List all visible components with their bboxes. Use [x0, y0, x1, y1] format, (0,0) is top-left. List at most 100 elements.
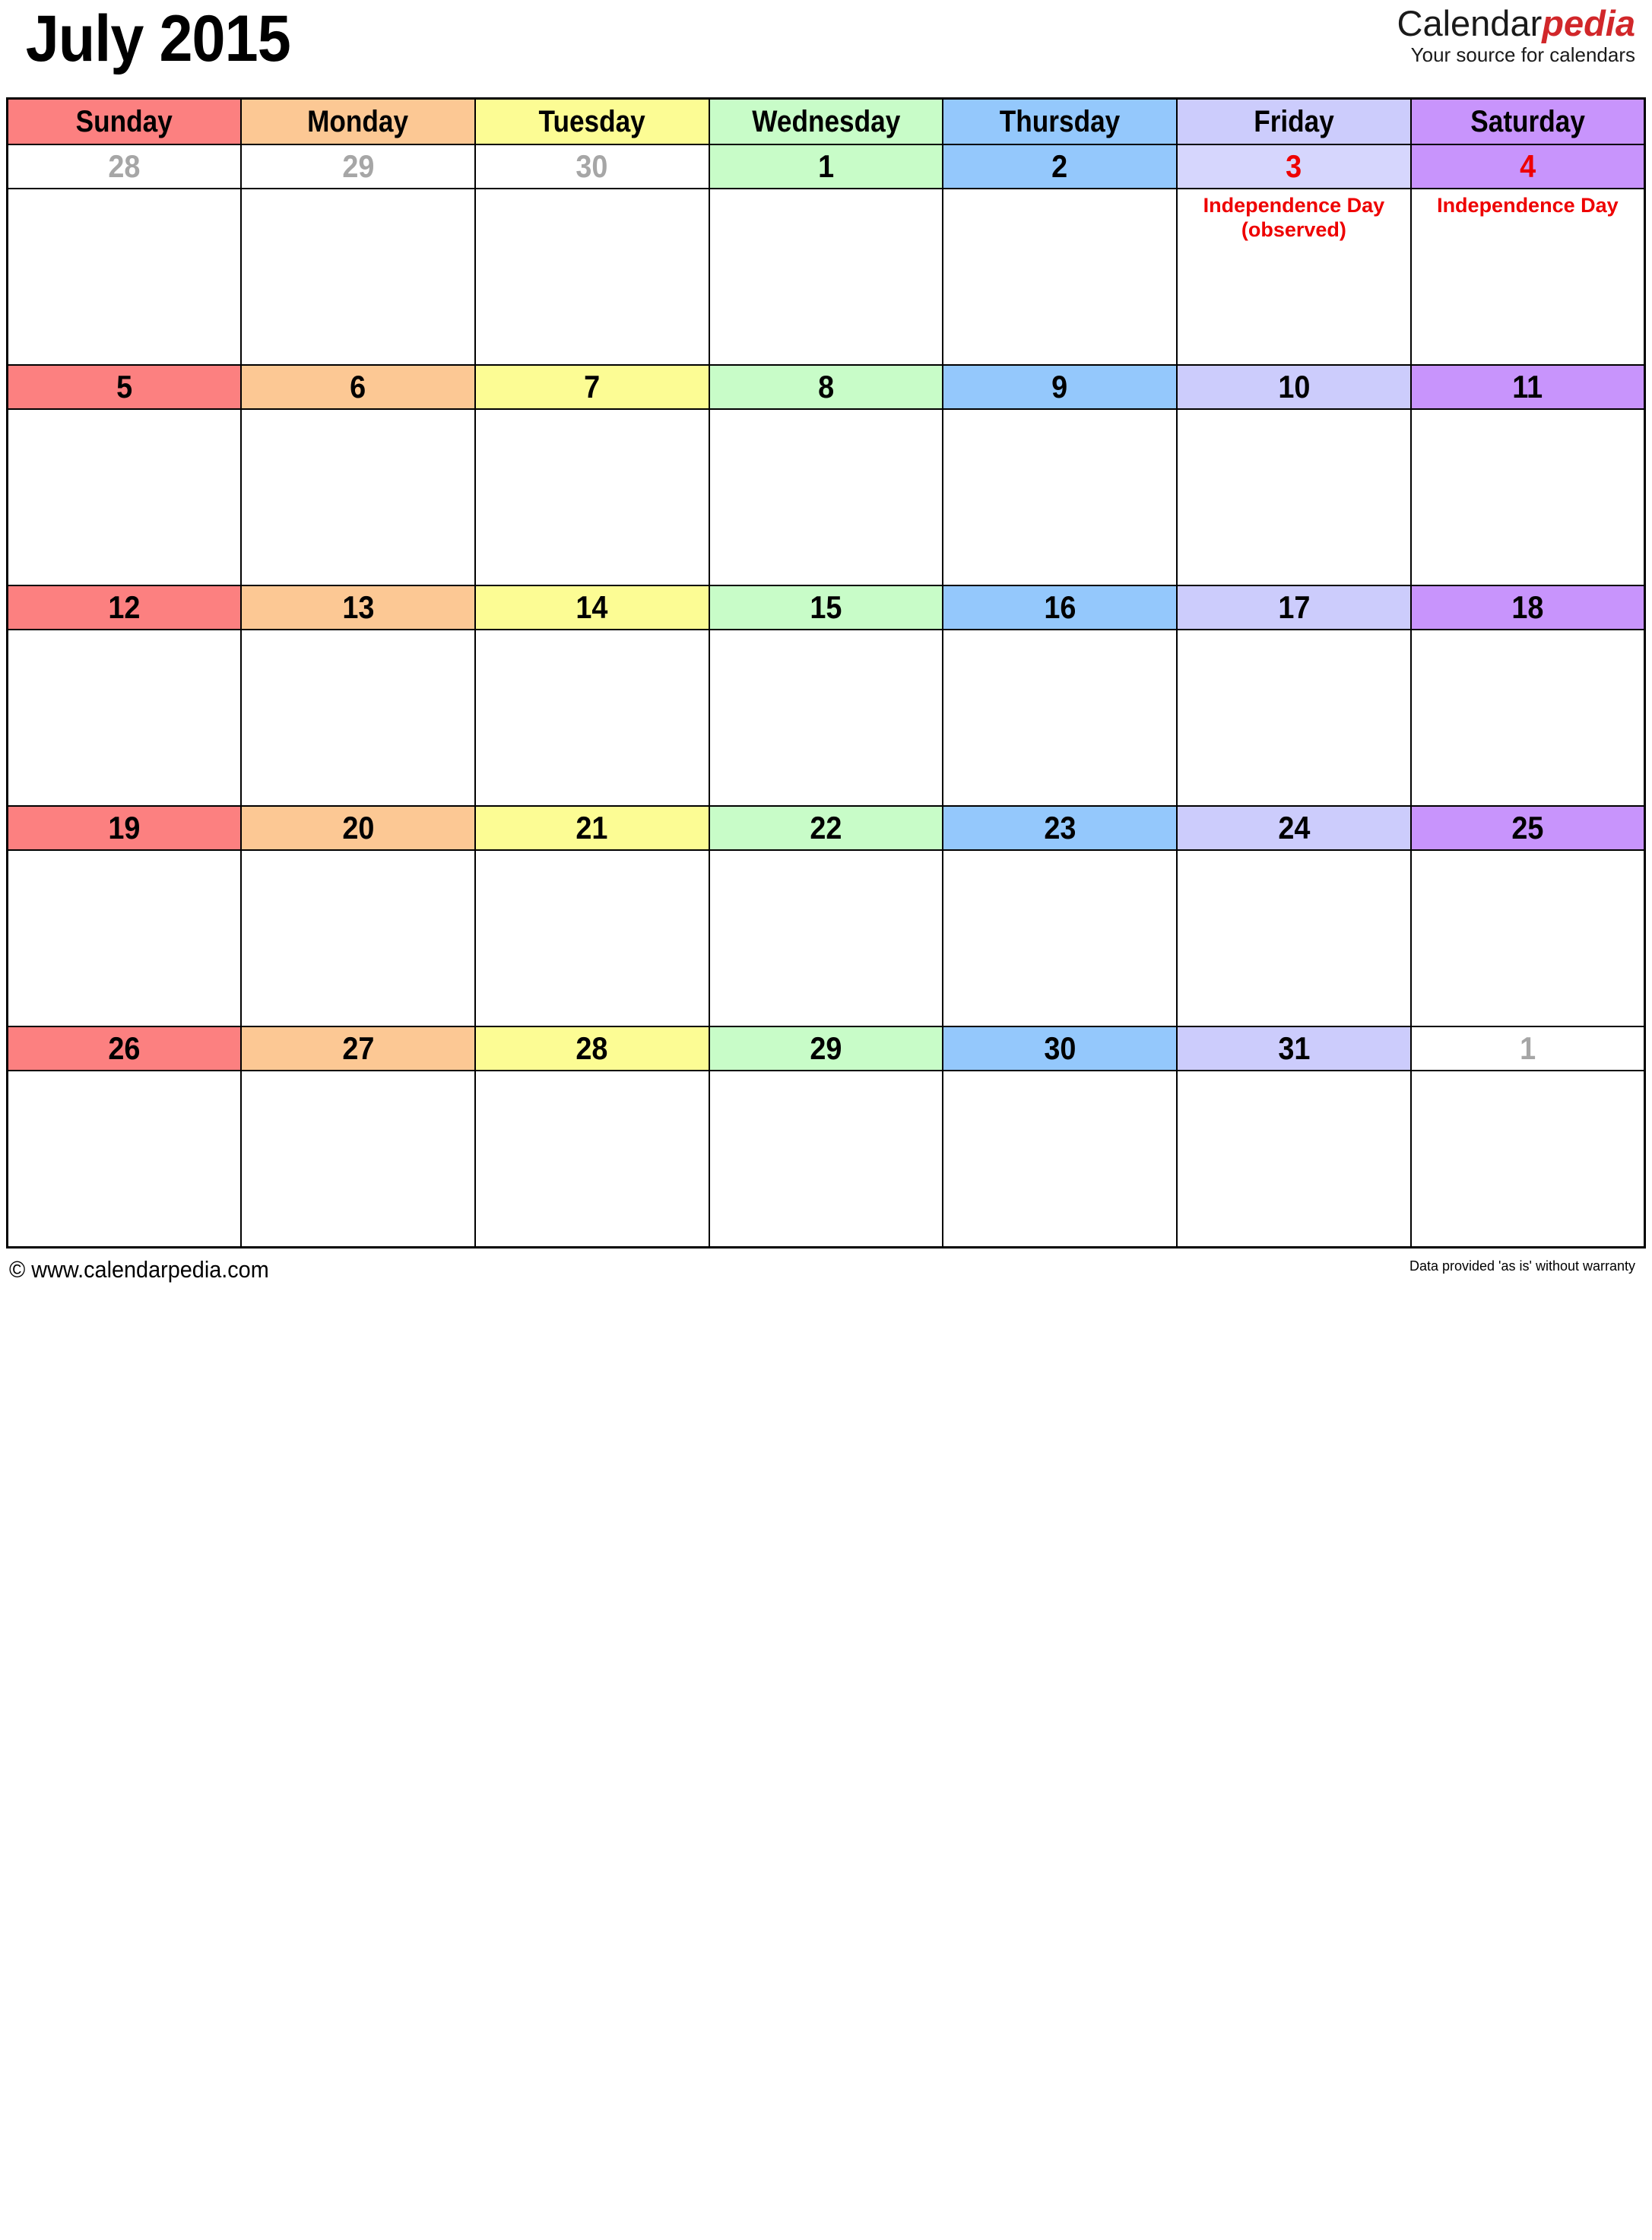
day-cell-content[interactable]: [474, 849, 710, 1027]
day-cell-date[interactable]: 24: [1176, 805, 1412, 851]
day-number: 30: [1044, 1030, 1076, 1066]
day-cell-date[interactable]: 18: [1409, 585, 1646, 630]
holiday-label: Independence Day: [1437, 194, 1619, 217]
day-cell-content[interactable]: [708, 408, 944, 586]
day-cell-content[interactable]: [708, 629, 944, 807]
day-cell-content[interactable]: [1176, 849, 1412, 1027]
day-cell-date[interactable]: 1: [1409, 1026, 1646, 1071]
day-cell-date[interactable]: 26: [6, 1026, 243, 1071]
day-cell-content[interactable]: [240, 188, 476, 366]
day-cell-content[interactable]: [1176, 408, 1412, 586]
day-number: 31: [1277, 1030, 1310, 1066]
day-cell-content[interactable]: [240, 629, 476, 807]
day-cell-date[interactable]: 30: [942, 1026, 1178, 1071]
weekday-header-saturday: Saturday: [1409, 97, 1646, 145]
day-cell-date[interactable]: 3: [1176, 144, 1412, 189]
day-cell-content[interactable]: [942, 1070, 1178, 1248]
day-cell-date[interactable]: 27: [240, 1026, 476, 1071]
day-cell-content[interactable]: Independence Day: [1409, 188, 1646, 366]
calendar-grid: Sunday Monday Tuesday Wednesday Thursday…: [6, 97, 1646, 1248]
day-number: 5: [116, 369, 133, 405]
holiday-label: Independence Day (observed): [1203, 194, 1385, 241]
day-cell-date[interactable]: 21: [474, 805, 710, 851]
day-cell-date[interactable]: 14: [474, 585, 710, 630]
day-cell-content[interactable]: [1409, 408, 1646, 586]
day-cell-content[interactable]: [474, 629, 710, 807]
day-cell-content[interactable]: [942, 408, 1178, 586]
day-cell-date[interactable]: 31: [1176, 1026, 1412, 1071]
day-number: 2: [1051, 148, 1068, 184]
weekday-header-friday: Friday: [1176, 97, 1412, 145]
day-cell-date[interactable]: 9: [942, 364, 1178, 410]
day-cell-date[interactable]: 8: [708, 364, 944, 410]
day-cell-content[interactable]: [474, 408, 710, 586]
day-cell-content[interactable]: [1176, 1070, 1412, 1248]
day-number: 9: [1051, 369, 1068, 405]
day-cell-date[interactable]: 4: [1409, 144, 1646, 189]
day-cell-date[interactable]: 22: [708, 805, 944, 851]
week-5-date-row: 26 27 28 29 30 31 1: [6, 1026, 1646, 1071]
day-number: 23: [1044, 810, 1076, 846]
day-cell-date[interactable]: 10: [1176, 364, 1412, 410]
day-cell-date[interactable]: 25: [1409, 805, 1646, 851]
day-cell-date[interactable]: 12: [6, 585, 243, 630]
weekday-label: Wednesday: [751, 104, 900, 138]
day-cell-date[interactable]: 28: [474, 1026, 710, 1071]
day-cell-content[interactable]: [6, 849, 243, 1027]
copyright-notice[interactable]: © www.calendarpedia.com: [9, 1256, 269, 1283]
day-cell-content[interactable]: [240, 1070, 476, 1248]
day-cell-date[interactable]: 2: [942, 144, 1178, 189]
day-number: 14: [576, 589, 608, 625]
week-2-date-row: 5 6 7 8 9 10 11: [6, 364, 1646, 410]
day-cell-date[interactable]: 5: [6, 364, 243, 410]
day-cell-date[interactable]: 11: [1409, 364, 1646, 410]
day-cell-date[interactable]: 6: [240, 364, 476, 410]
day-cell-date[interactable]: 17: [1176, 585, 1412, 630]
day-cell-date[interactable]: 20: [240, 805, 476, 851]
day-number: 26: [108, 1030, 141, 1066]
page-title: July 2015: [25, 2, 291, 75]
weekday-header-monday: Monday: [240, 97, 476, 145]
day-cell-content[interactable]: [942, 188, 1178, 366]
brand-name-accent: pedia: [1542, 3, 1635, 43]
week-1-content-row: Independence Day (observed) Independence…: [6, 188, 1646, 366]
day-cell-date[interactable]: 1: [708, 144, 944, 189]
brand-logo[interactable]: Calendarpedia Your source for calendars: [1397, 0, 1647, 67]
week-2-content-row: [6, 408, 1646, 586]
day-cell-content[interactable]: [942, 629, 1178, 807]
day-cell-date[interactable]: 16: [942, 585, 1178, 630]
day-cell-content[interactable]: Independence Day (observed): [1176, 188, 1412, 366]
day-cell-content[interactable]: [6, 188, 243, 366]
day-cell-date[interactable]: 30: [474, 144, 710, 189]
day-cell-date[interactable]: 7: [474, 364, 710, 410]
day-cell-content[interactable]: [708, 1070, 944, 1248]
day-cell-content[interactable]: [942, 849, 1178, 1027]
day-cell-date[interactable]: 23: [942, 805, 1178, 851]
day-cell-date[interactable]: 13: [240, 585, 476, 630]
day-cell-content[interactable]: [1176, 629, 1412, 807]
calendar-page: July 2015 Calendarpedia Your source for …: [0, 0, 1652, 2240]
day-cell-date[interactable]: 28: [6, 144, 243, 189]
weekday-label: Sunday: [76, 104, 173, 138]
day-cell-content[interactable]: [240, 849, 476, 1027]
day-cell-content[interactable]: [1409, 629, 1646, 807]
day-cell-content[interactable]: [474, 1070, 710, 1248]
day-number: 17: [1277, 589, 1310, 625]
day-cell-content[interactable]: [708, 849, 944, 1027]
day-cell-date[interactable]: 29: [240, 144, 476, 189]
day-cell-content[interactable]: [474, 188, 710, 366]
day-number: 11: [1512, 369, 1543, 405]
day-cell-content[interactable]: [6, 408, 243, 586]
day-cell-content[interactable]: [6, 629, 243, 807]
day-cell-date[interactable]: 29: [708, 1026, 944, 1071]
day-cell-content[interactable]: [1409, 849, 1646, 1027]
weekday-header-thursday: Thursday: [942, 97, 1178, 145]
day-cell-date[interactable]: 15: [708, 585, 944, 630]
day-cell-content[interactable]: [240, 408, 476, 586]
day-number: 12: [108, 589, 141, 625]
day-number: 6: [350, 369, 366, 405]
day-cell-content[interactable]: [6, 1070, 243, 1248]
day-cell-content[interactable]: [1409, 1070, 1646, 1248]
day-cell-content[interactable]: [708, 188, 944, 366]
day-cell-date[interactable]: 19: [6, 805, 243, 851]
